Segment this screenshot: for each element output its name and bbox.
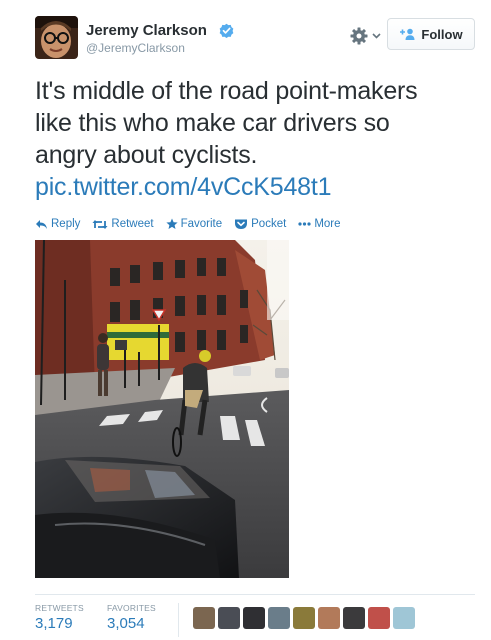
favorites-label: FAVORITES (107, 603, 156, 613)
tweet-photo[interactable] (35, 240, 289, 578)
tweet-actions: Reply Retweet Favorite Pocket More (35, 216, 341, 232)
retweet-action[interactable]: Retweet (92, 216, 154, 232)
retweet-icon (92, 219, 108, 229)
retweets-stat[interactable]: RETWEETS 3,179 (35, 603, 84, 632)
retweets-label: RETWEETS (35, 603, 84, 613)
follow-button-label: Follow (421, 26, 463, 42)
tweet-header: Jeremy Clarkson @JeremyClarkson Follow (35, 16, 475, 64)
user-actions-dropdown[interactable] (349, 25, 381, 47)
gear-icon (350, 27, 368, 45)
favoriter-avatar[interactable] (243, 607, 265, 629)
more-icon (298, 222, 311, 226)
favorites-count: 3,054 (107, 615, 145, 632)
reply-label: Reply (51, 218, 81, 230)
user-avatar[interactable] (35, 16, 78, 59)
pocket-label: Pocket (251, 218, 287, 230)
more-action[interactable]: More (298, 216, 341, 232)
street-photo-image (35, 240, 289, 578)
tweet-text-line: It's middle of the road point-makers (35, 77, 418, 105)
verified-badge-icon (219, 23, 234, 38)
tweet-text: It's middle of the road point-makers lik… (35, 75, 465, 203)
avatar-image (35, 16, 78, 59)
user-handle[interactable]: @JeremyClarkson (86, 41, 185, 55)
favoriter-avatar[interactable] (268, 607, 290, 629)
favoriter-avatar[interactable] (193, 607, 215, 629)
favorite-action[interactable]: Favorite (165, 216, 223, 232)
tweet-text-line: like this who make car drivers so (35, 109, 390, 137)
retweet-label: Retweet (111, 218, 154, 230)
more-label: More (314, 218, 341, 230)
stats-top-divider (35, 594, 475, 595)
retweets-count: 3,179 (35, 615, 73, 632)
tweet-media-link[interactable]: pic.twitter.com/4vCcK548t1 (35, 171, 465, 203)
stats-separator (178, 603, 179, 637)
tweet-text-line: angry about cyclists. (35, 141, 258, 169)
favoriter-avatar[interactable] (293, 607, 315, 629)
favoriter-avatar[interactable] (393, 607, 415, 629)
favorited-by-avatars (193, 607, 415, 629)
favoriter-avatar[interactable] (368, 607, 390, 629)
follow-button[interactable]: Follow (387, 18, 475, 50)
favoriter-avatar[interactable] (318, 607, 340, 629)
favoriter-avatar[interactable] (343, 607, 365, 629)
chevron-down-icon (372, 33, 381, 39)
favorite-label: Favorite (180, 218, 223, 230)
pocket-icon (235, 219, 248, 229)
favorites-stat[interactable]: FAVORITES 3,054 (107, 603, 156, 632)
user-name[interactable]: Jeremy Clarkson (86, 22, 207, 39)
favoriter-avatar[interactable] (218, 607, 240, 629)
reply-icon (36, 219, 47, 229)
follow-user-icon (400, 28, 415, 40)
pocket-action[interactable]: Pocket (234, 216, 286, 232)
star-icon (165, 218, 178, 229)
reply-action[interactable]: Reply (35, 216, 80, 232)
